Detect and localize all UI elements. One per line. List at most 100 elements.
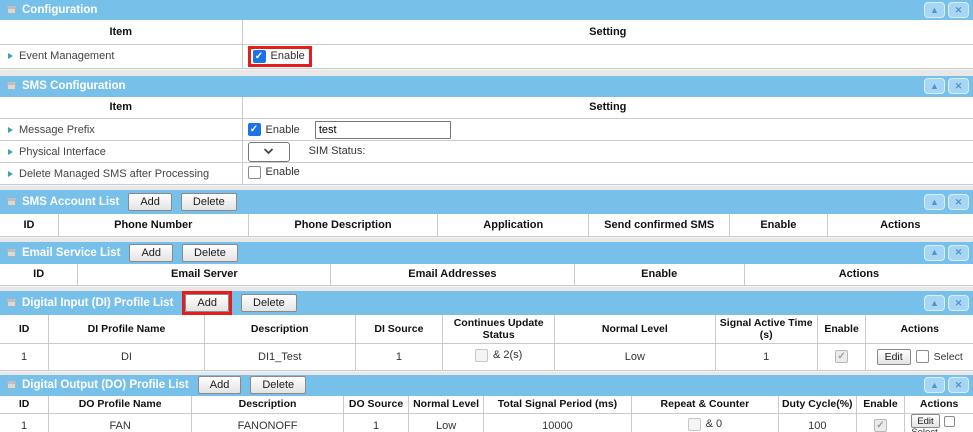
collapse-icon[interactable]: ▲: [924, 78, 945, 94]
message-prefix-enable-checkbox[interactable]: [248, 123, 261, 136]
column-header: Duty Cycle(%): [778, 396, 856, 414]
delete-button[interactable]: Delete: [250, 376, 306, 394]
collapse-icon[interactable]: ▲: [924, 295, 945, 311]
collapse-icon[interactable]: ▲: [924, 377, 945, 393]
column-header: Enable: [730, 214, 827, 236]
collapse-icon[interactable]: ▲: [924, 2, 945, 18]
add-button[interactable]: Add: [129, 244, 173, 262]
edit-button[interactable]: Edit: [877, 349, 911, 365]
continues-update-value: & 2(s): [493, 349, 522, 361]
repeat-counter-value: & 0: [706, 418, 723, 430]
sim-status-label: SIM Status:: [309, 145, 366, 157]
close-icon[interactable]: ✕: [948, 377, 969, 393]
column-header: DO Profile Name: [49, 396, 192, 414]
sms-account-list-section-header: SMS Account List Add Delete ▲ ✕: [0, 190, 973, 214]
event-management-enable-checkbox[interactable]: [253, 50, 266, 63]
enable-label: Enable: [266, 166, 300, 178]
highlight-box: Add: [182, 291, 232, 315]
add-button[interactable]: Add: [128, 193, 172, 211]
continues-update-checkbox: [475, 349, 488, 362]
column-header: Enable: [856, 396, 905, 414]
window-icon: [7, 198, 16, 206]
delete-managed-sms-setting-cell: Enable: [242, 163, 973, 185]
column-header: Continues Update Status: [443, 315, 555, 343]
di-profile-list-table: ID DI Profile Name Description DI Source…: [0, 315, 973, 371]
select-label: Select: [934, 351, 963, 363]
collapse-icon[interactable]: ▲: [924, 245, 945, 261]
message-prefix-input[interactable]: [315, 121, 451, 139]
delete-button[interactable]: Delete: [181, 193, 237, 211]
close-icon[interactable]: ✕: [948, 245, 969, 261]
column-header: Email Addresses: [331, 264, 574, 286]
event-management-setting-cell: Enable: [242, 44, 973, 68]
add-button[interactable]: Add: [198, 376, 242, 394]
close-icon[interactable]: ✕: [948, 2, 969, 18]
event-management-label: Event Management: [19, 50, 114, 62]
close-icon[interactable]: ✕: [948, 194, 969, 210]
di-description-cell: DI1_Test: [204, 343, 355, 370]
column-header: Total Signal Period (ms): [484, 396, 632, 414]
item-label-cell: Physical Interface: [0, 141, 242, 163]
do-profile-list-section-header: Digital Output (DO) Profile List Add Del…: [0, 375, 973, 396]
item-arrow-icon: [8, 149, 13, 155]
delete-managed-sms-enable-checkbox[interactable]: [248, 166, 261, 179]
column-header: DO Source: [343, 396, 408, 414]
close-icon[interactable]: ✕: [948, 295, 969, 311]
close-icon[interactable]: ✕: [948, 78, 969, 94]
di-continues-update-cell: & 2(s): [443, 343, 555, 370]
item-label-cell: Delete Managed SMS after Processing: [0, 163, 242, 185]
item-arrow-icon: [8, 171, 13, 177]
column-header: ID: [0, 315, 49, 343]
select-checkbox[interactable]: [916, 350, 929, 363]
column-header: Repeat & Counter: [631, 396, 778, 414]
column-header: Send confirmed SMS: [589, 214, 730, 236]
section-title: Configuration: [22, 4, 97, 16]
column-header: Normal Level: [409, 396, 484, 414]
do-enable-checkbox: [874, 419, 887, 432]
sms-configuration-table: Item Setting Message Prefix Enable Physi…: [0, 97, 973, 186]
item-column-header: Item: [0, 97, 242, 119]
column-header: Enable: [817, 315, 866, 343]
select-label: Select: [911, 428, 937, 432]
physical-interface-setting-cell: SIM Status:: [242, 141, 973, 163]
item-label-cell: Event Management: [0, 44, 242, 68]
di-profile-list-section-header: Digital Input (DI) Profile List Add Dele…: [0, 291, 973, 315]
column-header: ID: [0, 214, 58, 236]
delete-managed-sms-row: Delete Managed SMS after Processing Enab…: [0, 163, 973, 185]
section-title: Email Service List: [22, 247, 120, 259]
column-header: Actions: [827, 214, 973, 236]
item-label-cell: Message Prefix: [0, 119, 242, 141]
column-header: Description: [204, 315, 355, 343]
delete-button[interactable]: Delete: [241, 294, 297, 312]
sms-account-list-table: ID Phone Number Phone Description Applic…: [0, 214, 973, 237]
column-header: Phone Number: [58, 214, 248, 236]
physical-interface-row: Physical Interface SIM Status:: [0, 141, 973, 163]
window-icon: [7, 249, 16, 257]
do-profile-row: 1 FAN FANONOFF 1 Low 10000 & 0 100 Edit: [0, 414, 973, 432]
column-header: Actions: [744, 264, 973, 286]
collapse-icon[interactable]: ▲: [924, 194, 945, 210]
section-title: Digital Input (DI) Profile List: [22, 297, 173, 309]
di-enable-checkbox: [835, 350, 848, 363]
di-signal-active-time-cell: 1: [715, 343, 817, 370]
add-button[interactable]: Add: [185, 294, 229, 312]
select-checkbox[interactable]: [944, 416, 955, 427]
delete-button[interactable]: Delete: [182, 244, 238, 262]
window-icon: [7, 381, 16, 389]
column-header: Email Server: [78, 264, 331, 286]
di-profile-name-cell: DI: [49, 343, 205, 370]
window-icon: [7, 82, 16, 90]
sms-configuration-section-header: SMS Configuration ▲ ✕: [0, 76, 973, 97]
column-header: DI Profile Name: [49, 315, 205, 343]
section-title: Digital Output (DO) Profile List: [22, 379, 189, 391]
enable-label: Enable: [271, 50, 305, 62]
physical-interface-select[interactable]: [248, 142, 290, 162]
do-profile-name-cell: FAN: [49, 414, 192, 432]
do-profile-list-table: ID DO Profile Name Description DO Source…: [0, 396, 973, 432]
do-normal-level-cell: Low: [409, 414, 484, 432]
di-enable-cell: [817, 343, 866, 370]
item-arrow-icon: [8, 53, 13, 59]
edit-button[interactable]: Edit: [911, 414, 939, 428]
item-arrow-icon: [8, 127, 13, 133]
di-id-cell: 1: [0, 343, 49, 370]
